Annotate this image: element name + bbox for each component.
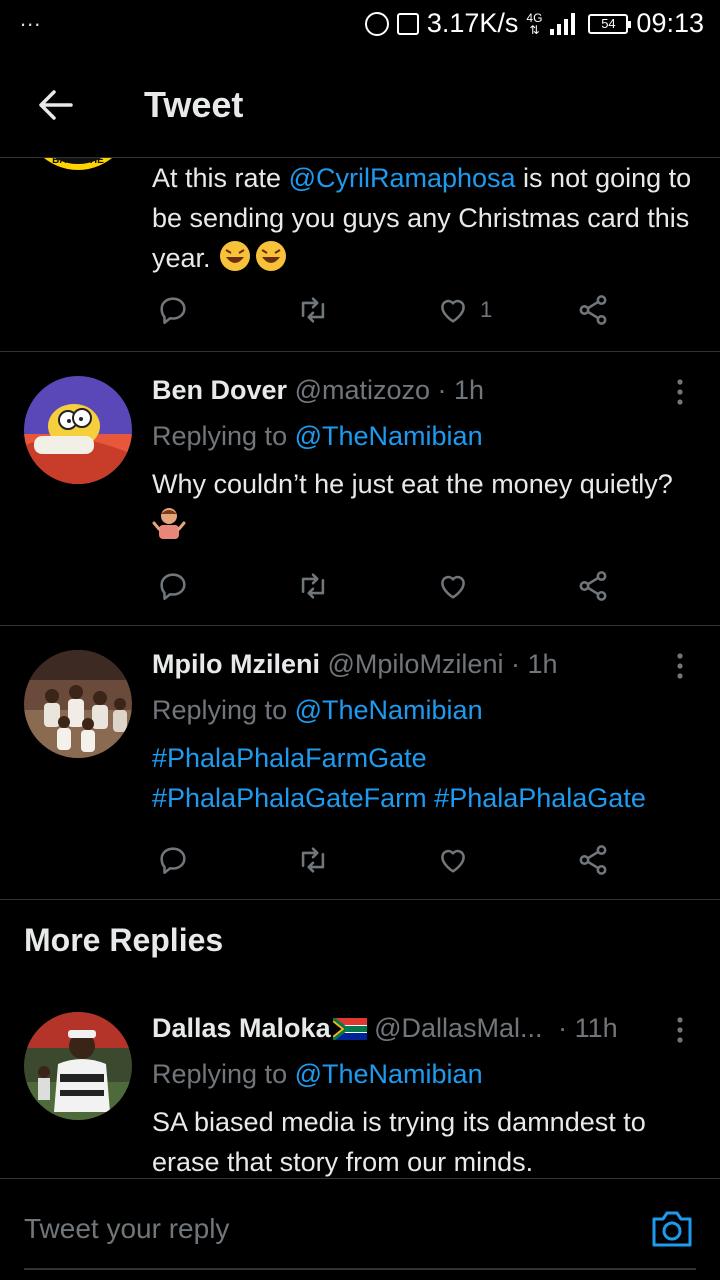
share-icon bbox=[579, 295, 607, 325]
retweet-button[interactable] bbox=[296, 290, 330, 330]
camera-icon bbox=[652, 1211, 692, 1247]
reply-composer: Tweet your reply bbox=[0, 1178, 720, 1280]
tweet-text: SA biased media is trying its damndest t… bbox=[152, 1107, 646, 1177]
avatar[interactable] bbox=[24, 376, 132, 484]
top-app-bar: Tweet bbox=[0, 52, 720, 158]
share-icon bbox=[579, 571, 607, 601]
retweet-icon bbox=[301, 573, 325, 599]
tweet-text: #PhalaPhalaFarmGate #PhalaPhalaGateFarm … bbox=[152, 738, 700, 818]
mention-link[interactable]: @TheNamibian bbox=[295, 421, 483, 451]
status-bar: ... 3.17K/s 4G ⇅ 54 09:13 bbox=[0, 0, 720, 52]
reply-tweet[interactable]: Dallas Maloka @DallasMal... · 11h Replyi… bbox=[0, 990, 720, 1178]
avatar[interactable] bbox=[24, 1012, 132, 1120]
avatar[interactable]: BACK THE bbox=[24, 158, 132, 170]
reply-icon bbox=[160, 847, 186, 875]
hashtag-link[interactable]: #PhalaPhalaFarmGate bbox=[152, 743, 427, 773]
page-title: Tweet bbox=[144, 84, 244, 125]
network-speed: 3.17K/s bbox=[426, 8, 519, 38]
tweet-header: Mpilo Mzileni @MpiloMzileni · 1h bbox=[152, 646, 700, 682]
mention-link[interactable]: @TheNamibian bbox=[295, 695, 483, 725]
retweet-button[interactable] bbox=[296, 566, 330, 606]
mention-link[interactable]: @CyrilRamaphosa bbox=[289, 163, 516, 193]
network-type: 4G ⇅ bbox=[526, 10, 543, 37]
sim-icon bbox=[396, 12, 419, 35]
more-options-button[interactable] bbox=[670, 374, 690, 410]
share-icon bbox=[579, 845, 607, 875]
user-handle[interactable]: @matizozo bbox=[295, 375, 430, 405]
more-options-button[interactable] bbox=[670, 1012, 690, 1048]
clock: 09:13 bbox=[636, 8, 704, 38]
replying-to: Replying to @TheNamibian bbox=[152, 421, 483, 451]
back-button[interactable] bbox=[30, 82, 80, 128]
laughing-emoji-icon bbox=[218, 239, 290, 284]
tweet-actions bbox=[152, 566, 632, 606]
tweet-time: · 1h bbox=[510, 649, 558, 679]
tweet-header: Ben Dover @matizozo · 1h bbox=[152, 372, 700, 408]
camera-button[interactable] bbox=[650, 1209, 694, 1249]
heart-icon bbox=[441, 299, 465, 323]
reply-tweet[interactable]: Ben Dover @matizozo · 1h Replying to @Th… bbox=[0, 352, 720, 626]
like-button[interactable] bbox=[436, 566, 470, 606]
share-button[interactable] bbox=[576, 290, 610, 330]
reply-icon bbox=[160, 573, 186, 601]
share-button[interactable] bbox=[576, 840, 610, 880]
user-handle[interactable]: @MpiloMzileni bbox=[328, 649, 504, 679]
notification-dots: ... bbox=[20, 6, 42, 31]
retweet-icon bbox=[301, 297, 325, 323]
mention-link[interactable]: @TheNamibian bbox=[295, 1059, 483, 1089]
hashtag-link[interactable]: #PhalaPhalaGate bbox=[434, 783, 646, 813]
tweet-actions bbox=[152, 840, 632, 880]
tweet-text: At this rate @CyrilRamaphosa is not goin… bbox=[152, 158, 692, 284]
back-arrow-icon bbox=[39, 90, 73, 120]
reply-icon bbox=[160, 297, 186, 325]
south-africa-flag-icon bbox=[332, 1018, 367, 1040]
more-vertical-icon bbox=[677, 379, 683, 405]
tweet-text: Why couldn’t he just eat the money quiet… bbox=[152, 464, 700, 550]
more-vertical-icon bbox=[677, 653, 683, 679]
display-name[interactable]: Dallas Maloka bbox=[152, 1013, 331, 1043]
retweet-button[interactable] bbox=[296, 840, 330, 880]
heart-icon bbox=[441, 849, 465, 873]
nfc-icon bbox=[364, 11, 389, 36]
reply-tweet[interactable]: Mpilo Mzileni @MpiloMzileni · 1h Replyin… bbox=[0, 626, 720, 900]
like-button[interactable] bbox=[436, 840, 470, 880]
reply-tweet-partial[interactable]: BACK THE At this rate @CyrilRamaphosa is… bbox=[0, 158, 720, 352]
display-name[interactable]: Mpilo Mzileni bbox=[152, 649, 320, 679]
reply-input[interactable]: Tweet your reply bbox=[24, 1213, 229, 1245]
more-vertical-icon bbox=[677, 1017, 683, 1043]
shrug-emoji-icon bbox=[152, 505, 186, 550]
tweet-actions: 1 bbox=[152, 290, 632, 330]
retweet-icon bbox=[301, 847, 325, 873]
heart-icon bbox=[441, 575, 465, 599]
more-options-button[interactable] bbox=[670, 648, 690, 684]
status-icons: 3.17K/s 4G ⇅ 54 09:13 bbox=[364, 8, 704, 39]
replying-to: Replying to @TheNamibian bbox=[152, 695, 483, 725]
reply-button[interactable] bbox=[156, 290, 190, 330]
hashtag-link[interactable]: #PhalaPhalaGateFarm bbox=[152, 783, 427, 813]
replying-to: Replying to @TheNamibian bbox=[152, 1059, 483, 1089]
divider bbox=[24, 1268, 696, 1270]
avatar[interactable] bbox=[24, 650, 132, 758]
share-button[interactable] bbox=[576, 566, 610, 606]
like-count: 1 bbox=[480, 297, 493, 322]
reply-button[interactable] bbox=[156, 840, 190, 880]
display-name[interactable]: Ben Dover bbox=[152, 375, 287, 405]
reply-button[interactable] bbox=[156, 566, 190, 606]
battery-icon: 54 bbox=[588, 13, 632, 34]
tweet-time: · 1h bbox=[437, 375, 485, 405]
more-replies-heading: More Replies bbox=[24, 922, 224, 958]
user-handle[interactable]: @DallasMal... bbox=[374, 1013, 542, 1043]
tweet-time: · 11h bbox=[558, 1013, 618, 1043]
like-button[interactable]: 1 bbox=[436, 290, 492, 330]
signal-icon bbox=[550, 12, 576, 35]
tweet-header: Dallas Maloka @DallasMal... · 11h bbox=[152, 1010, 700, 1046]
